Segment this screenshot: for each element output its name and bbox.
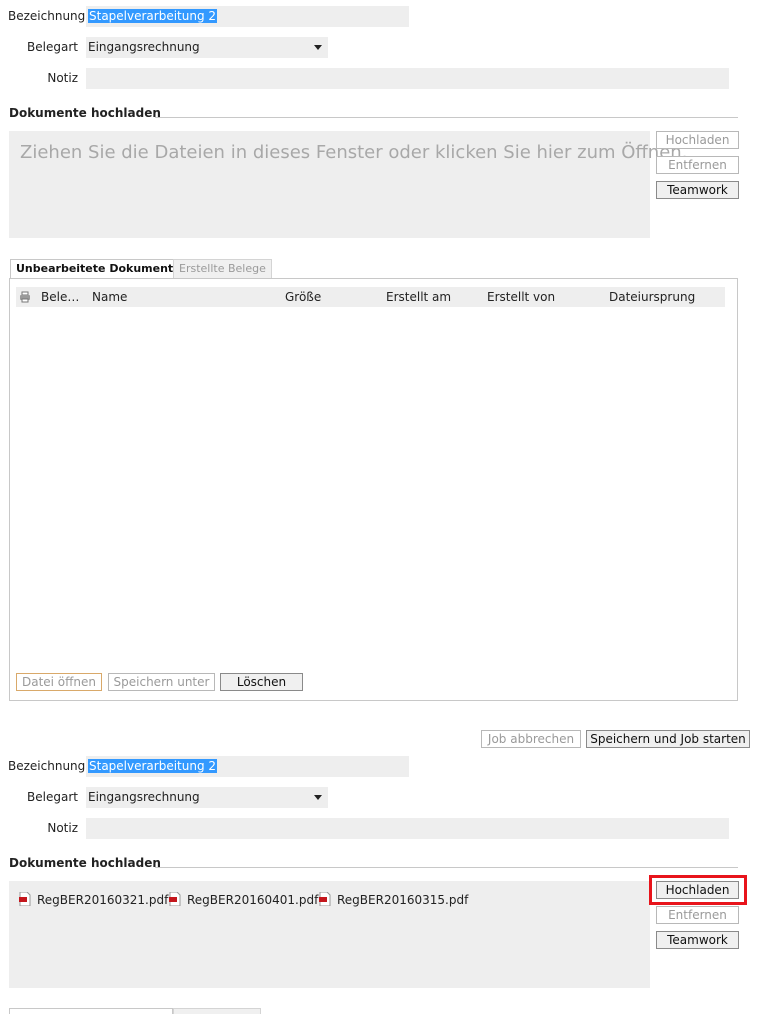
column-header-created-by[interactable]: Erstellt von [487,287,555,307]
column-header-file-origin[interactable]: Dateiursprung [609,287,695,307]
bezeichnung-label: Bezeichnung [8,759,86,773]
belegart-label: Belegart [27,40,78,54]
delete-button[interactable]: Löschen [220,673,303,691]
bezeichnung-field[interactable]: Stapelverarbeitung 2 [86,6,409,27]
belegart-label: Belegart [27,790,78,804]
chevron-down-icon [314,45,322,50]
dropzone-hint: Ziehen Sie die Dateien in dieses Fenster… [20,142,688,163]
uploaded-file[interactable]: RegBER20160321.pdf [19,891,169,909]
upload-dropzone[interactable]: Ziehen Sie die Dateien in dieses Fenster… [9,131,687,238]
chevron-down-icon [314,795,322,800]
file-name: RegBER20160401.pdf [187,893,319,907]
belegart-select[interactable]: Eingangsrechnung [86,37,328,58]
save-as-button[interactable]: Speichern unter [108,673,215,691]
table-header: Bele… Name Größe Erstellt am Erstellt vo… [16,287,725,307]
bezeichnung-value: Stapelverarbeitung 2 [88,759,218,773]
section-divider [155,867,738,868]
tab-strip-partial [9,1008,173,1014]
tab-created-receipts[interactable]: Erstellte Belege [173,259,272,279]
notiz-field[interactable] [86,818,729,839]
uploaded-file[interactable]: RegBER20160315.pdf [319,891,469,909]
notiz-label: Notiz [47,821,78,835]
file-name: RegBER20160321.pdf [37,893,169,907]
file-name: RegBER20160315.pdf [337,893,469,907]
upload-section-title: Dokumente hochladen [9,856,161,870]
column-header-size[interactable]: Größe [285,287,321,307]
section-divider [155,117,738,118]
pdf-icon [319,891,331,909]
bezeichnung-label: Bezeichnung [8,9,86,23]
remove-button[interactable]: Entfernen [656,156,739,174]
upload-section-title: Dokumente hochladen [9,106,161,120]
belegart-value: Eingangsrechnung [88,40,200,54]
cancel-job-button[interactable]: Job abbrechen [481,730,581,748]
open-file-button[interactable]: Datei öffnen [16,673,102,691]
column-header-created-at[interactable]: Erstellt am [386,287,451,307]
column-header-name[interactable]: Name [92,287,127,307]
printer-icon[interactable] [19,287,31,307]
teamwork-button[interactable]: Teamwork [656,931,739,949]
upload-button[interactable]: Hochladen [656,881,739,899]
pdf-icon [19,891,31,909]
uploaded-file[interactable]: RegBER20160401.pdf [169,891,319,909]
pdf-icon [169,891,181,909]
upload-dropzone[interactable]: RegBER20160321.pdf RegBER20160401.pdf Re… [9,881,650,988]
bezeichnung-field[interactable]: Stapelverarbeitung 2 [86,756,409,777]
save-and-start-job-button[interactable]: Speichern und Job starten [586,730,750,748]
notiz-label: Notiz [47,71,78,85]
teamwork-button[interactable]: Teamwork [656,181,739,199]
tab-unprocessed-documents[interactable]: Unbearbeitete Dokumente [10,259,187,279]
tab-strip-partial [173,1008,261,1014]
notiz-field[interactable] [86,68,729,89]
upload-button[interactable]: Hochladen [656,131,739,149]
documents-panel: Bele… Name Größe Erstellt am Erstellt vo… [9,278,738,701]
remove-button[interactable]: Entfernen [656,906,739,924]
belegart-value: Eingangsrechnung [88,790,200,804]
column-header-beleg[interactable]: Bele… [41,287,79,307]
bezeichnung-value: Stapelverarbeitung 2 [88,9,218,23]
belegart-select[interactable]: Eingangsrechnung [86,787,328,808]
